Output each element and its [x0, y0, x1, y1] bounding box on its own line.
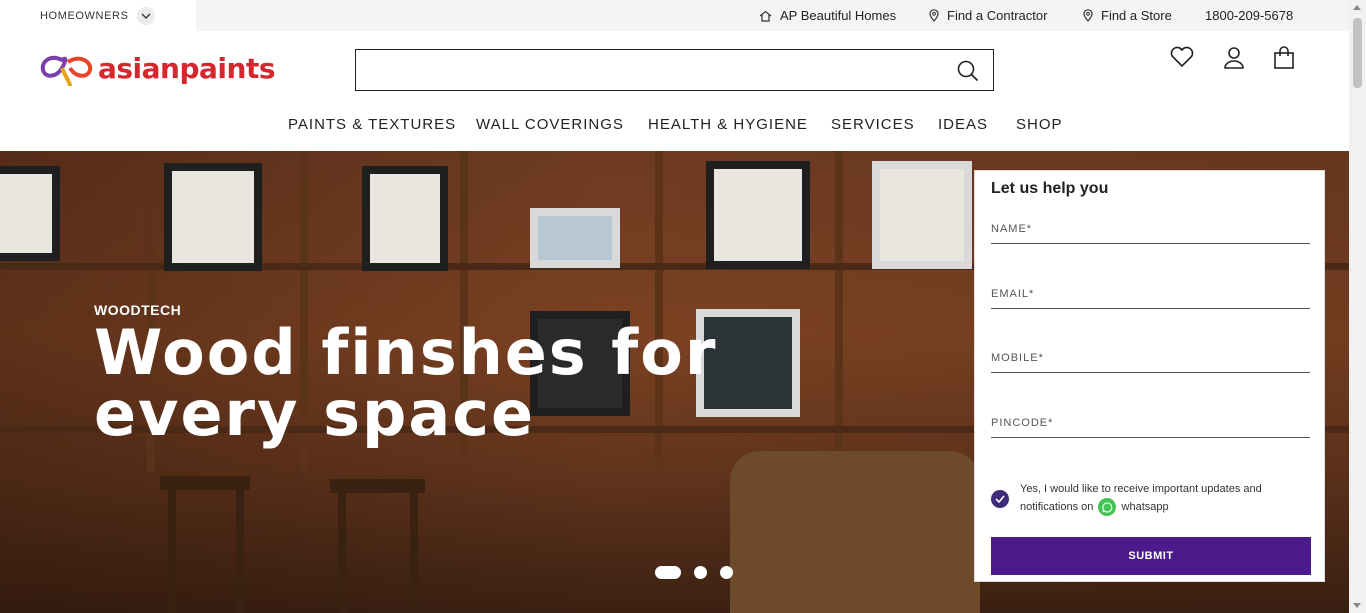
scroll-up-arrow[interactable] [1353, 5, 1361, 10]
consent-text: Yes, I would like to receive important u… [1020, 480, 1300, 517]
nav-item-health-hygiene[interactable]: HEALTH & HYGIENE [648, 116, 808, 133]
brand-logo[interactable]: asianpaints [40, 48, 276, 88]
stool-leg [236, 490, 244, 613]
consent-checkbox[interactable] [991, 490, 1009, 508]
carousel-dot-3[interactable] [720, 566, 733, 579]
nav-item-ideas[interactable]: IDEAS [938, 116, 988, 133]
search-input[interactable] [355, 49, 994, 91]
nav-item-paints-textures[interactable]: PAINTS & TEXTURES [288, 116, 456, 133]
stool-leg [410, 493, 418, 613]
consent-text-whatsapp: whatsapp [1121, 501, 1169, 513]
location-pin-icon [929, 9, 939, 22]
name-placeholder: NAME* [991, 223, 1033, 235]
carousel-dot-1[interactable] [655, 566, 681, 579]
ap-beautiful-homes-link[interactable]: AP Beautiful Homes [759, 0, 896, 31]
nav-item-wall-coverings[interactable]: WALL COVERINGS [476, 116, 624, 133]
find-store-label: Find a Store [1101, 8, 1172, 23]
ap-beautiful-homes-label: AP Beautiful Homes [780, 8, 897, 23]
asianpaints-logo-mark [40, 55, 93, 87]
scroll-thumb[interactable] [1353, 18, 1362, 88]
form-title: Let us help you [991, 180, 1109, 197]
nav-item-shop[interactable]: SHOP [1016, 116, 1063, 133]
find-contractor-label: Find a Contractor [947, 8, 1048, 23]
main-navigation: PAINTS & TEXTURES WALL COVERINGS HEALTH … [0, 116, 1349, 136]
phone-label: 1800-209-5678 [1205, 8, 1294, 23]
wall-post [835, 151, 843, 471]
chevron-down-icon[interactable] [136, 6, 155, 25]
mobile-placeholder: MOBILE* [991, 352, 1044, 364]
picture-frame [872, 161, 972, 269]
scroll-down-arrow[interactable] [1353, 603, 1361, 608]
hero-headline: Wood finshes for every space [94, 316, 718, 450]
location-pin-icon [1083, 9, 1093, 22]
picture-frame [530, 208, 620, 268]
picture-frame [164, 163, 262, 271]
home-icon [759, 10, 772, 22]
email-field[interactable]: EMAIL* [991, 285, 1310, 309]
nav-item-services[interactable]: SERVICES [831, 116, 915, 133]
name-field[interactable]: NAME* [991, 220, 1310, 244]
stool-seat [330, 479, 425, 493]
utility-bar: HOMEOWNERS AP Beautiful Homes Find a Con… [0, 0, 1349, 31]
pincode-field[interactable]: PINCODE* [991, 414, 1310, 438]
whatsapp-icon [1098, 498, 1117, 517]
find-contractor-link[interactable]: Find a Contractor [929, 0, 1047, 31]
stool-leg [338, 493, 346, 613]
search-icon[interactable] [957, 60, 979, 87]
page-scrollbar[interactable] [1349, 0, 1366, 613]
cart-icon[interactable] [1273, 46, 1295, 75]
submit-button[interactable]: SUBMIT [991, 537, 1311, 575]
picture-frame [362, 166, 448, 271]
pincode-placeholder: PINCODE* [991, 417, 1054, 429]
brand-wordmark: asianpaints [98, 51, 276, 85]
heart-icon[interactable] [1170, 46, 1194, 73]
wicker-chair [730, 451, 980, 613]
stool-seat [160, 476, 250, 490]
picture-frame [706, 161, 810, 269]
user-icon[interactable] [1223, 46, 1245, 75]
stool-leg [168, 490, 176, 613]
lead-form-card: Let us help you NAME* EMAIL* MOBILE* PIN… [974, 170, 1325, 582]
mobile-field[interactable]: MOBILE* [991, 349, 1310, 373]
find-store-link[interactable]: Find a Store [1083, 0, 1172, 31]
audience-label: HOMEOWNERS [40, 9, 129, 22]
picture-frame [0, 166, 60, 261]
phone-number[interactable]: 1800-209-5678 [1205, 0, 1293, 31]
audience-selector[interactable]: HOMEOWNERS [0, 0, 196, 31]
carousel-indicators [655, 566, 746, 579]
carousel-dot-2[interactable] [694, 566, 707, 579]
email-placeholder: EMAIL* [991, 288, 1035, 300]
